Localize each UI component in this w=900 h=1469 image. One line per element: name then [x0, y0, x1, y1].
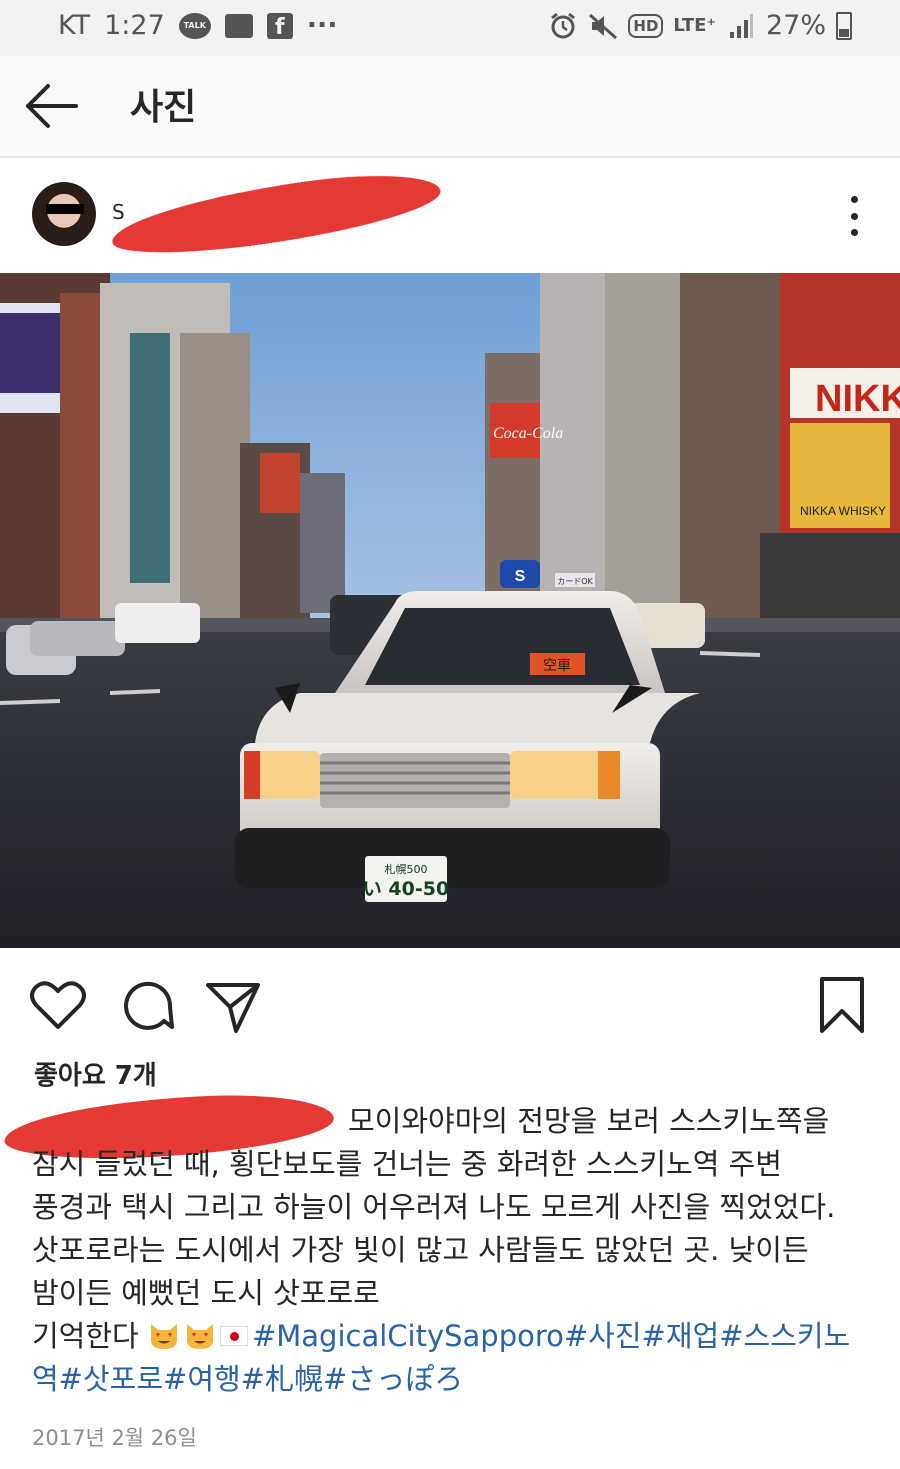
battery-percent: 27%	[765, 10, 826, 41]
dot	[850, 229, 858, 236]
plate-top: 札幌500	[385, 862, 428, 876]
heart-eyes-cat-icon	[150, 1324, 177, 1349]
kakaotalk-icon: TALK	[178, 12, 211, 39]
caption-line: 모이와야마의 전망을 보러 스스키노쪽을	[32, 1100, 872, 1143]
status-bar: KT 1:27 TALK f ··· HD LTE⁺ 27%	[0, 0, 900, 56]
post-action-bar	[0, 960, 900, 1050]
lte-label: LTE⁺	[673, 15, 716, 36]
status-right: HD LTE⁺ 27%	[548, 10, 852, 41]
post-photo[interactable]: NIKK NIKKA WHISKY Coca-Cola S カードOK 空車 札…	[0, 273, 900, 948]
share-icon[interactable]	[202, 975, 262, 1035]
heart-icon[interactable]	[28, 975, 88, 1035]
image-icon	[224, 13, 253, 38]
avatar-censor-bar	[46, 204, 84, 214]
post-date: 2017년 2월 26일	[32, 1426, 197, 1450]
hd-label: HD	[628, 13, 664, 38]
caption-line: 잠시 들렀던 때, 횡단보도를 건너는 중 화려한 스스키노역 주변	[32, 1147, 782, 1181]
dot	[850, 212, 858, 220]
cocacola-sign: Coca-Cola	[493, 425, 563, 442]
caption-line: 풍경과 택시 그리고 하늘이 어우러져 나도 모르게 사진을 찍었었다.	[32, 1190, 836, 1224]
more-notifications-icon: ···	[306, 10, 338, 41]
post-caption: 모이와야마의 전망을 보러 스스키노쪽을 잠시 들렀던 때, 횡단보도를 건너는…	[32, 1100, 872, 1401]
vacant-sign: 空車	[543, 657, 571, 674]
facebook-icon: f	[266, 12, 293, 39]
comment-icon[interactable]	[116, 975, 176, 1035]
caption-line: 삿포로라는 도시에서 가장 빛이 많고 사람들도 많았던 곳. 낮이든	[32, 1233, 809, 1267]
post-header: S	[0, 160, 900, 270]
taxi-street-photo: NIKK NIKKA WHISKY Coca-Cola S カードOK 空車 札…	[0, 273, 900, 948]
signal-icon	[729, 13, 753, 38]
nikka-whisky-sign: NIKKA WHISKY	[800, 504, 886, 518]
caption-text: 모이와야마의 전망을 보러 스스키노쪽을	[348, 1104, 830, 1138]
battery-icon	[836, 11, 852, 40]
caption-line: 기억한다 #MagicalCitySapporo#사진#재업#스스키노	[32, 1315, 872, 1358]
page-title: 사진	[130, 87, 197, 128]
status-left: KT 1:27 TALK f ···	[58, 10, 338, 41]
bookmark-icon[interactable]	[812, 975, 872, 1035]
caption-line: 밤이든 예뻤던 도시 삿포로로	[32, 1276, 380, 1310]
more-options-button[interactable]	[844, 196, 864, 236]
username-redaction	[107, 163, 445, 265]
clock: 1:27	[104, 10, 165, 41]
nikka-sign: NIKK	[815, 378, 900, 420]
carrier-label: KT	[58, 10, 91, 41]
likes-count[interactable]: 좋아요 7개	[34, 1055, 157, 1092]
heart-eyes-cat-icon	[186, 1324, 213, 1349]
taxi-roof-logo: S	[515, 568, 526, 585]
username[interactable]: S	[112, 200, 125, 224]
arrow-left-icon[interactable]	[22, 78, 82, 134]
hashtags[interactable]: #MagicalCitySapporo#사진#재업#스스키노	[252, 1319, 850, 1353]
plate-bottom: い 40-50	[363, 878, 449, 900]
app-bar: 사진	[0, 56, 900, 158]
dot	[850, 196, 858, 203]
hashtags[interactable]: 역#삿포로#여행#札幌#さっぽろ	[32, 1358, 872, 1401]
japan-flag-icon	[219, 1326, 248, 1346]
caption-text: 기억한다	[32, 1319, 139, 1353]
alarm-icon	[551, 12, 576, 38]
mute-icon	[589, 13, 618, 39]
avatar[interactable]	[32, 182, 96, 246]
card-ok-sign: カードOK	[557, 577, 593, 586]
